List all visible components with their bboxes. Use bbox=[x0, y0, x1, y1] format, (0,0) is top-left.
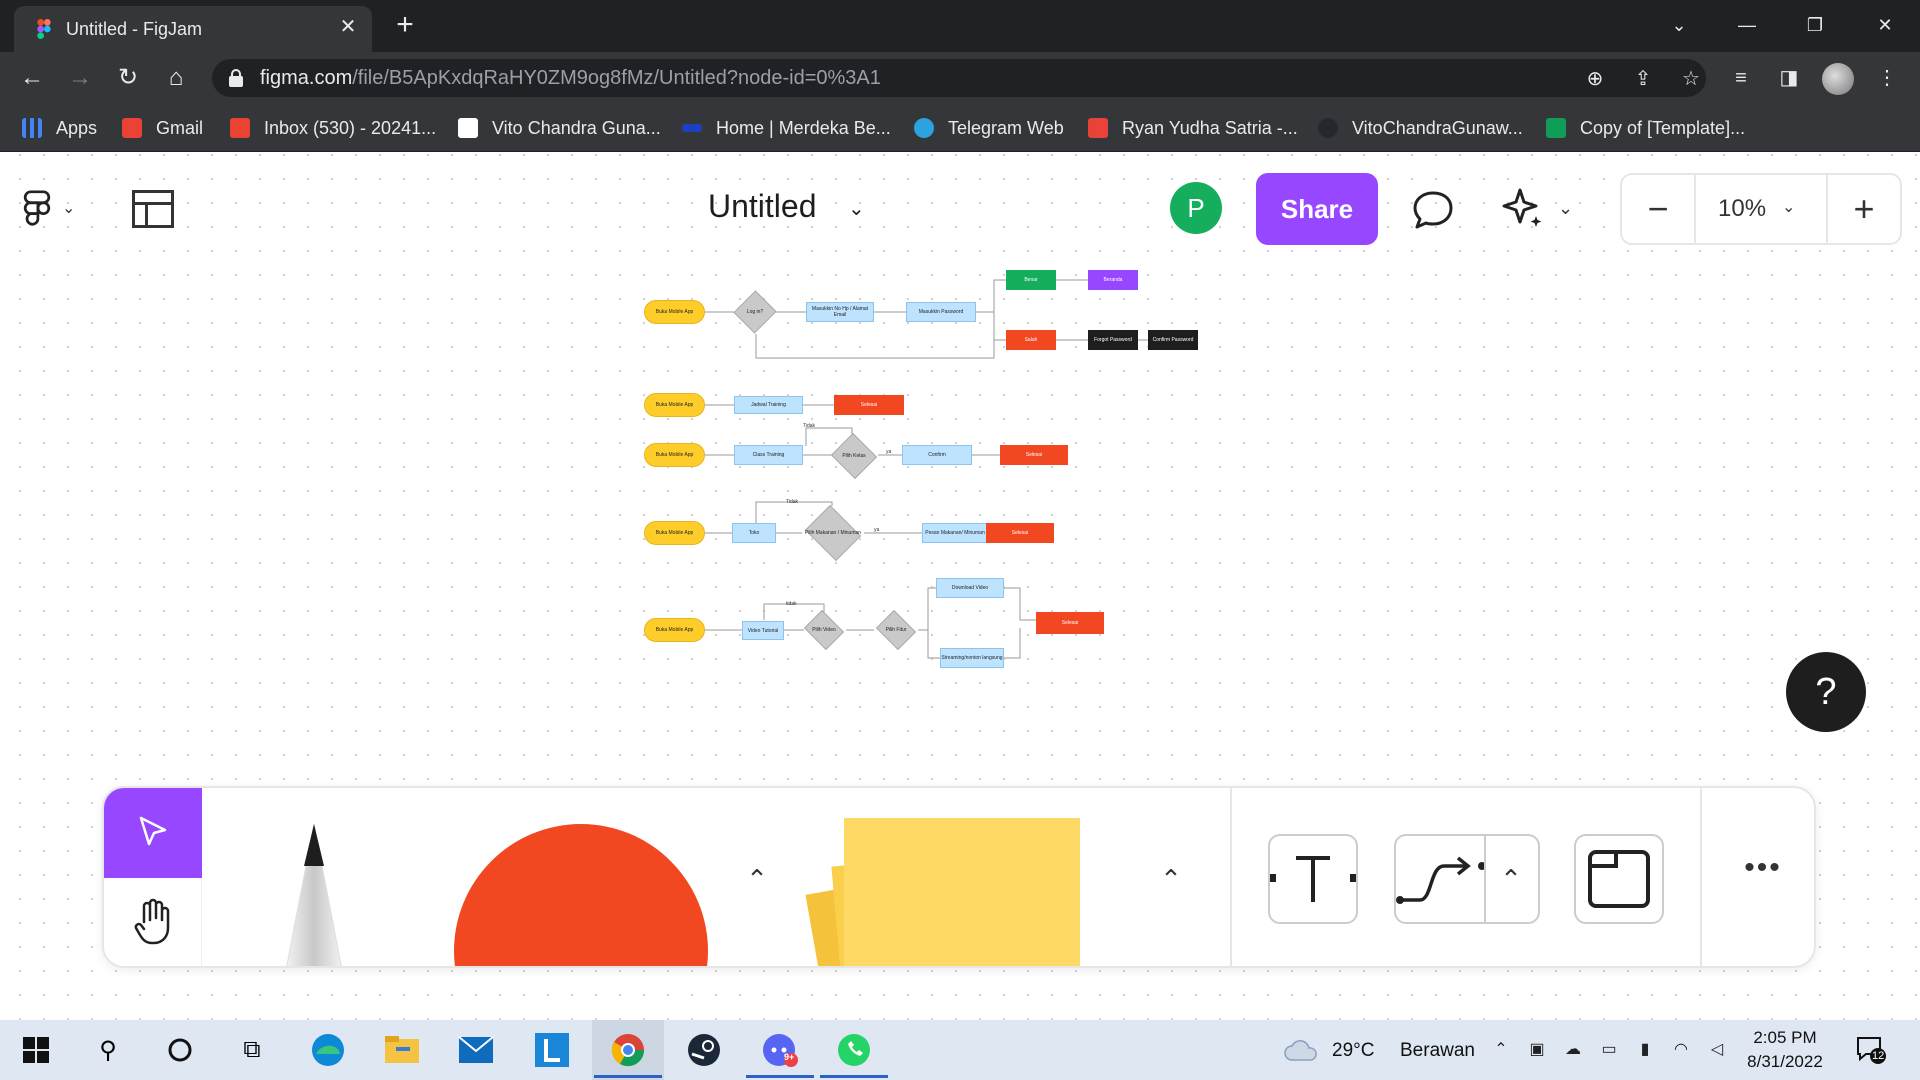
text-tool-button[interactable] bbox=[1268, 834, 1358, 924]
flow-process-node[interactable]: Confirm Password bbox=[1148, 330, 1198, 350]
sticky-options-chevron-icon[interactable]: ⌃ bbox=[1156, 864, 1186, 894]
display-icon[interactable]: ▭ bbox=[1598, 1039, 1620, 1061]
notification-count: 12 bbox=[1872, 1050, 1885, 1062]
select-tool-button[interactable] bbox=[104, 788, 202, 878]
cursor-arrow-icon bbox=[139, 816, 167, 846]
flow-end-node[interactable]: Selesai bbox=[1036, 612, 1104, 634]
flow-decision-node[interactable]: Pilih Kelas bbox=[830, 433, 878, 479]
flow-process-node[interactable]: Confirm bbox=[902, 445, 972, 465]
file-explorer-icon[interactable] bbox=[382, 1030, 422, 1070]
flow-process-node[interactable]: Masukkin Password bbox=[906, 302, 976, 322]
chrome-running-indicator bbox=[594, 1075, 662, 1078]
flow-process-node[interactable]: Forgot Password bbox=[1088, 330, 1138, 350]
connector-options-chevron-icon[interactable]: ⌃ bbox=[1496, 864, 1526, 894]
flow-success-node[interactable]: Benar bbox=[1006, 270, 1056, 290]
hand-tool-button[interactable] bbox=[104, 878, 202, 966]
flow-decision-node[interactable]: Pilih Fitur bbox=[874, 610, 918, 650]
flow-process-node[interactable]: Masukkin No Hp / Alamat Email bbox=[806, 302, 874, 322]
more-tools-ellipsis-icon[interactable]: ••• bbox=[1740, 853, 1786, 898]
flow-process-node[interactable]: Class Training bbox=[734, 445, 803, 465]
flow-start-node[interactable]: Buka Mobile App bbox=[644, 300, 705, 324]
mail-icon[interactable] bbox=[456, 1030, 496, 1070]
clock-date: 8/31/2022 bbox=[1747, 1052, 1823, 1071]
section-tool-button[interactable] bbox=[1574, 834, 1664, 924]
steam-icon[interactable] bbox=[684, 1030, 724, 1070]
flow-process-node[interactable]: Jadwal Training bbox=[734, 396, 803, 414]
wifi-icon[interactable]: ◠ bbox=[1670, 1039, 1692, 1061]
notification-center-icon[interactable]: 12 bbox=[1856, 1036, 1886, 1064]
hand-icon bbox=[134, 898, 170, 945]
chrome-icon[interactable] bbox=[608, 1030, 648, 1070]
cloudy-weather-icon bbox=[1284, 1040, 1317, 1061]
flow-decision-node[interactable]: Pilih Makanan / Minuman bbox=[802, 505, 864, 561]
shape-options-chevron-icon[interactable]: ⌃ bbox=[742, 864, 772, 894]
flow-end-node[interactable]: Selesai bbox=[1000, 445, 1068, 465]
flow-start-node[interactable]: Buka Mobile App bbox=[644, 443, 705, 467]
whatsapp-running-indicator bbox=[820, 1075, 888, 1078]
flow-process-node[interactable]: Video Tutorial bbox=[742, 621, 784, 640]
edge-label-no: Tidak bbox=[803, 423, 816, 429]
meet-now-icon[interactable]: ▣ bbox=[1526, 1039, 1548, 1061]
task-view-icon[interactable]: ⧉ bbox=[232, 1030, 272, 1070]
marker-pen-icon[interactable] bbox=[264, 818, 364, 968]
cortana-circle-icon[interactable] bbox=[160, 1030, 200, 1070]
toolbar-divider bbox=[1230, 788, 1232, 966]
section-frame-icon bbox=[1588, 850, 1650, 908]
flow-start-node[interactable]: Buka Mobile App bbox=[644, 393, 705, 417]
edge-label-no: tidak bbox=[786, 601, 797, 607]
discord-badge: 9+ bbox=[784, 1052, 795, 1062]
discord-running-indicator bbox=[746, 1075, 814, 1078]
edge-browser-icon[interactable] bbox=[308, 1030, 348, 1070]
flow-process-node[interactable]: Beranda bbox=[1088, 270, 1138, 290]
flow-decision-node[interactable]: Pilih Video bbox=[802, 610, 846, 650]
edge-label-no: Tidak bbox=[786, 499, 799, 505]
flow-error-node[interactable]: Salah bbox=[1006, 330, 1056, 350]
flow-start-node[interactable]: Buka Mobile App bbox=[644, 618, 705, 642]
weather-temperature[interactable]: 29°C bbox=[1332, 1040, 1374, 1062]
edge-label-yes: ya bbox=[886, 449, 892, 455]
flow-decision-node[interactable]: Log in? bbox=[733, 290, 777, 334]
toolbar-divider bbox=[1700, 788, 1702, 966]
whatsapp-icon[interactable] bbox=[834, 1030, 874, 1070]
flow-process-node[interactable]: Download Video bbox=[936, 578, 1004, 598]
sticky-note-tool[interactable] bbox=[805, 818, 1124, 966]
battery-icon[interactable]: ▮ bbox=[1634, 1039, 1656, 1061]
flow-process-node[interactable]: Pesan Makanan/ Minuman bbox=[922, 523, 988, 543]
weather-description[interactable]: Berawan bbox=[1400, 1040, 1475, 1062]
show-hidden-icons-chevron-icon[interactable]: ⌃ bbox=[1490, 1039, 1512, 1061]
edge-label-yes: ya bbox=[874, 527, 880, 533]
flow-end-node[interactable]: Selesai bbox=[986, 523, 1054, 543]
flow-process-node[interactable]: Toko bbox=[732, 523, 776, 543]
discord-icon[interactable]: 9+ bbox=[760, 1030, 800, 1070]
app-l-icon[interactable] bbox=[532, 1030, 572, 1070]
connector-tool-button[interactable]: ⌃ bbox=[1394, 834, 1540, 924]
text-t-icon bbox=[1268, 856, 1358, 902]
tool-dock: ⌃ ⌃ ⌃ ••• bbox=[102, 786, 1816, 968]
shape-tool-circle[interactable] bbox=[454, 824, 708, 966]
flow-start-node[interactable]: Buka Mobile App bbox=[644, 521, 705, 545]
clock-time: 2:05 PM bbox=[1753, 1028, 1817, 1047]
taskbar-clock[interactable]: 2:05 PM 8/31/2022 bbox=[1730, 1026, 1840, 1074]
connector-arrow-icon bbox=[1396, 856, 1486, 904]
search-icon[interactable]: ⚲ bbox=[88, 1030, 128, 1070]
volume-icon[interactable]: ◁ bbox=[1706, 1039, 1728, 1061]
windows-taskbar: ⚲ ⧉ 9+ 29°C Berawan ⌃ ▣ ☁ ▭ ▮ ◠ ◁ 2:05 P… bbox=[0, 1020, 1920, 1080]
flow-process-node[interactable]: Streaming/nonton langsung bbox=[940, 648, 1004, 668]
windows-start-icon[interactable] bbox=[16, 1030, 56, 1070]
onedrive-cloud-icon[interactable]: ☁ bbox=[1562, 1039, 1584, 1061]
flow-end-node[interactable]: Selesai bbox=[834, 395, 904, 415]
